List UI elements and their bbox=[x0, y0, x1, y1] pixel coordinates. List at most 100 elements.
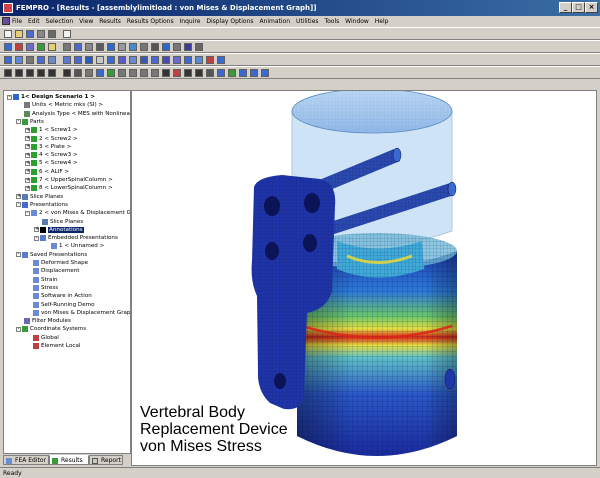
model-tree[interactable]: - 1< Design Scenario 1 > Units < Metric mk… bbox=[3, 90, 131, 454]
toolbar-button-icon[interactable] bbox=[239, 69, 247, 77]
toolbar-button-icon[interactable] bbox=[15, 56, 23, 64]
tree-item[interactable]: Analysis Type < MES with Nonlinear M bbox=[16, 110, 130, 118]
menu-file[interactable]: File bbox=[12, 18, 22, 25]
maximize-button[interactable]: □ bbox=[572, 2, 585, 13]
menu-display-options[interactable]: Display Options bbox=[206, 18, 253, 25]
collapse-icon[interactable]: - bbox=[7, 94, 12, 100]
document-icon[interactable] bbox=[2, 17, 10, 25]
tree-item[interactable]: +3 < Plate > bbox=[25, 143, 71, 151]
expand-icon[interactable]: + bbox=[25, 177, 30, 183]
toolbar-button-icon[interactable] bbox=[15, 30, 23, 38]
expand-icon[interactable]: + bbox=[25, 136, 30, 141]
toolbar-button-icon[interactable] bbox=[48, 69, 56, 77]
expand-icon[interactable]: + bbox=[25, 169, 30, 175]
tab-results[interactable]: Results bbox=[49, 455, 89, 465]
menu-selection[interactable]: Selection bbox=[46, 18, 74, 25]
toolbar-button-icon[interactable] bbox=[140, 56, 148, 64]
collapse-icon[interactable]: - bbox=[16, 326, 21, 332]
tree-item[interactable]: +1 < Screw1 > bbox=[25, 126, 78, 134]
toolbar-button-icon[interactable] bbox=[15, 43, 23, 51]
toolbar-button-icon[interactable] bbox=[63, 56, 71, 64]
toolbar-button-icon[interactable] bbox=[206, 56, 214, 64]
toolbar-button-icon[interactable] bbox=[173, 56, 181, 64]
toolbar-button-icon[interactable] bbox=[173, 43, 181, 51]
collapse-icon[interactable]: - bbox=[25, 210, 30, 216]
toolbar-button-icon[interactable] bbox=[26, 56, 34, 64]
toolbar-button-icon[interactable] bbox=[4, 43, 12, 51]
menu-animation[interactable]: Animation bbox=[259, 18, 290, 25]
toolbar-button-icon[interactable] bbox=[195, 43, 203, 51]
tab-fea-editor[interactable]: FEA Editor bbox=[3, 455, 49, 465]
toolbar-button-icon[interactable] bbox=[118, 69, 126, 77]
toolbar-button-icon[interactable] bbox=[129, 43, 137, 51]
collapse-icon[interactable]: - bbox=[16, 119, 21, 125]
tree-item[interactable]: +4 < Screw3 > bbox=[25, 151, 78, 159]
tree-item[interactable]: Deformed Shape bbox=[25, 259, 88, 267]
toolbar-button-icon[interactable] bbox=[26, 30, 34, 38]
toolbar-button-icon[interactable] bbox=[107, 43, 115, 51]
tree-item[interactable]: +2 < Screw2 > bbox=[25, 135, 78, 143]
tree-item[interactable]: - Coordinate Systems bbox=[16, 325, 86, 333]
toolbar-button-icon[interactable] bbox=[26, 43, 34, 51]
close-button[interactable]: × bbox=[585, 2, 598, 13]
toolbar-button-icon[interactable] bbox=[37, 69, 45, 77]
toolbar-button-icon[interactable] bbox=[162, 56, 170, 64]
menu-inquire[interactable]: Inquire bbox=[180, 18, 201, 25]
toolbar-button-icon[interactable] bbox=[63, 30, 71, 38]
toolbar-button-icon[interactable] bbox=[140, 69, 148, 77]
toolbar-button-icon[interactable] bbox=[74, 43, 82, 51]
toolbar-button-icon[interactable] bbox=[195, 69, 203, 77]
toolbar-button-icon[interactable] bbox=[184, 69, 192, 77]
collapse-icon[interactable]: - bbox=[16, 202, 21, 208]
toolbar-button-icon[interactable] bbox=[85, 43, 93, 51]
tree-item[interactable]: Displacement bbox=[25, 267, 79, 275]
expand-icon[interactable]: + bbox=[34, 227, 39, 233]
toolbar-button-icon[interactable] bbox=[63, 43, 71, 51]
toolbar-button-icon[interactable] bbox=[4, 56, 12, 64]
toolbar-button-icon[interactable] bbox=[74, 69, 82, 77]
menu-utilities[interactable]: Utilities bbox=[296, 18, 319, 25]
menu-window[interactable]: Window bbox=[345, 18, 369, 25]
tree-item[interactable]: +7 < UpperSpinalColumn > bbox=[25, 176, 113, 184]
tree-item[interactable]: Slice Planes bbox=[34, 218, 83, 226]
toolbar-button-icon[interactable] bbox=[48, 56, 56, 64]
collapse-icon[interactable]: - bbox=[16, 252, 21, 258]
toolbar-button-icon[interactable] bbox=[74, 56, 82, 64]
toolbar-button-icon[interactable] bbox=[96, 69, 104, 77]
toolbar-button-icon[interactable] bbox=[162, 43, 170, 51]
expand-icon[interactable]: + bbox=[25, 144, 30, 150]
tree-item[interactable]: - Saved Presentations bbox=[16, 251, 87, 259]
toolbar-button-icon[interactable] bbox=[37, 56, 45, 64]
toolbar-button-icon[interactable] bbox=[206, 69, 214, 77]
toolbar-button-icon[interactable] bbox=[151, 56, 159, 64]
toolbar-button-icon[interactable] bbox=[37, 30, 45, 38]
tree-item[interactable]: Units < Metric mks (SI) > bbox=[16, 101, 103, 109]
menu-edit[interactable]: Edit bbox=[28, 18, 40, 25]
tree-item[interactable]: - 2 < von Mises & Displacement Gra bbox=[25, 209, 130, 217]
tree-item[interactable]: - Presentations bbox=[16, 201, 68, 209]
toolbar-button-icon[interactable] bbox=[107, 56, 115, 64]
toolbar-button-icon[interactable] bbox=[118, 43, 126, 51]
toolbar-button-icon[interactable] bbox=[96, 43, 104, 51]
menu-tools[interactable]: Tools bbox=[324, 18, 339, 25]
toolbar-button-icon[interactable] bbox=[217, 56, 225, 64]
expand-icon[interactable]: + bbox=[25, 160, 30, 166]
toolbar-button-icon[interactable] bbox=[37, 43, 45, 51]
tree-item[interactable]: Self-Running Demo bbox=[25, 301, 95, 309]
toolbar-button-icon[interactable] bbox=[217, 69, 225, 77]
toolbar-button-icon[interactable] bbox=[140, 43, 148, 51]
tree-item[interactable]: von Mises & Displacement Graph bbox=[25, 309, 130, 317]
expand-icon[interactable]: + bbox=[25, 127, 30, 133]
tree-item[interactable]: +8 < LowerSpinalColumn > bbox=[25, 184, 113, 192]
toolbar-button-icon[interactable] bbox=[107, 69, 115, 77]
tree-item[interactable]: +5 < Screw4 > bbox=[25, 159, 78, 167]
expand-icon[interactable]: + bbox=[25, 152, 30, 158]
toolbar-button-icon[interactable] bbox=[162, 69, 170, 77]
tree-item[interactable]: Filter Modules bbox=[16, 317, 71, 325]
collapse-icon[interactable]: - bbox=[34, 235, 39, 241]
tree-item[interactable]: + Annotations bbox=[34, 226, 84, 234]
menu-results[interactable]: Results bbox=[99, 18, 121, 25]
expand-icon[interactable]: + bbox=[25, 185, 30, 191]
toolbar-button-icon[interactable] bbox=[250, 69, 258, 77]
menu-view[interactable]: View bbox=[79, 18, 93, 25]
